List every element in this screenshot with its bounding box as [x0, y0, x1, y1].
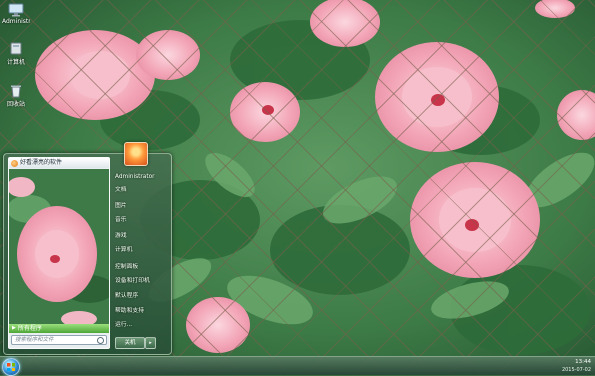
search-icon — [97, 337, 104, 344]
computer-icon — [8, 3, 24, 17]
shutdown-button[interactable]: 关机 — [115, 337, 145, 349]
pinned-program-label: 好看漂亮的软件 — [20, 159, 63, 166]
desktop-icon-label: 回收站 — [6, 101, 25, 108]
system-tray-clock[interactable]: 13:44 2015-07-02 — [531, 358, 591, 374]
menu-item-default-programs[interactable]: 默认程序 — [115, 292, 169, 301]
recycle-bin-icon — [8, 84, 24, 98]
user-account-picture[interactable] — [124, 142, 148, 166]
all-programs-label: 所有程序 — [17, 325, 42, 332]
start-menu-programs-pane: 好看漂亮的软件 ▶ 所有程序 搜索程序和文件 — [8, 157, 110, 349]
peony-theme-preview-image — [9, 169, 109, 324]
clock-date: 2015-07-02 — [561, 367, 591, 373]
search-placeholder: 搜索程序和文件 — [15, 337, 54, 343]
search-input[interactable]: 搜索程序和文件 — [11, 335, 107, 345]
start-button[interactable] — [2, 358, 20, 376]
menu-item-music[interactable]: 音乐 — [115, 216, 169, 225]
computer-icon — [8, 42, 24, 56]
menu-item-control-panel[interactable]: 控制面板 — [115, 263, 169, 272]
taskbar: 13:44 2015-07-02 — [0, 356, 595, 376]
menu-item-games[interactable]: 游戏 — [115, 232, 169, 241]
user-name-link[interactable]: Administrator — [115, 173, 169, 182]
program-icon — [11, 159, 18, 167]
arrow-right-icon: ▶ — [12, 325, 16, 331]
shutdown-options-button[interactable]: ▸ — [145, 337, 156, 349]
start-menu-places-pane: Administrator 文档 图片 音乐 游戏 计算机 控制面板 设备和打印… — [112, 154, 170, 354]
desktop-icon-label: Administrator — [2, 18, 30, 25]
clock-time: 13:44 — [575, 359, 591, 365]
all-programs-button[interactable]: ▶ 所有程序 — [9, 324, 109, 333]
desktop-icon-recycle-bin[interactable]: 回收站 — [2, 84, 30, 108]
menu-item-computer[interactable]: 计算机 — [115, 246, 169, 255]
menu-item-devices-printers[interactable]: 设备和打印机 — [115, 277, 169, 286]
desktop-icon-administrator[interactable]: Administrator — [2, 3, 30, 25]
start-menu: 好看漂亮的软件 ▶ 所有程序 搜索程序和文件 Administrator 文档 … — [3, 153, 172, 355]
menu-item-run[interactable]: 运行... — [115, 321, 169, 330]
desktop-icon-label: 计算机 — [6, 59, 25, 66]
desktop-icon-computer[interactable]: 计算机 — [2, 42, 30, 66]
menu-item-help-support[interactable]: 帮助和支持 — [115, 307, 169, 316]
pinned-program-item[interactable]: 好看漂亮的软件 — [9, 158, 109, 168]
menu-item-pictures[interactable]: 图片 — [115, 202, 169, 211]
menu-item-documents[interactable]: 文档 — [115, 186, 169, 195]
windows-logo-icon — [7, 363, 15, 371]
